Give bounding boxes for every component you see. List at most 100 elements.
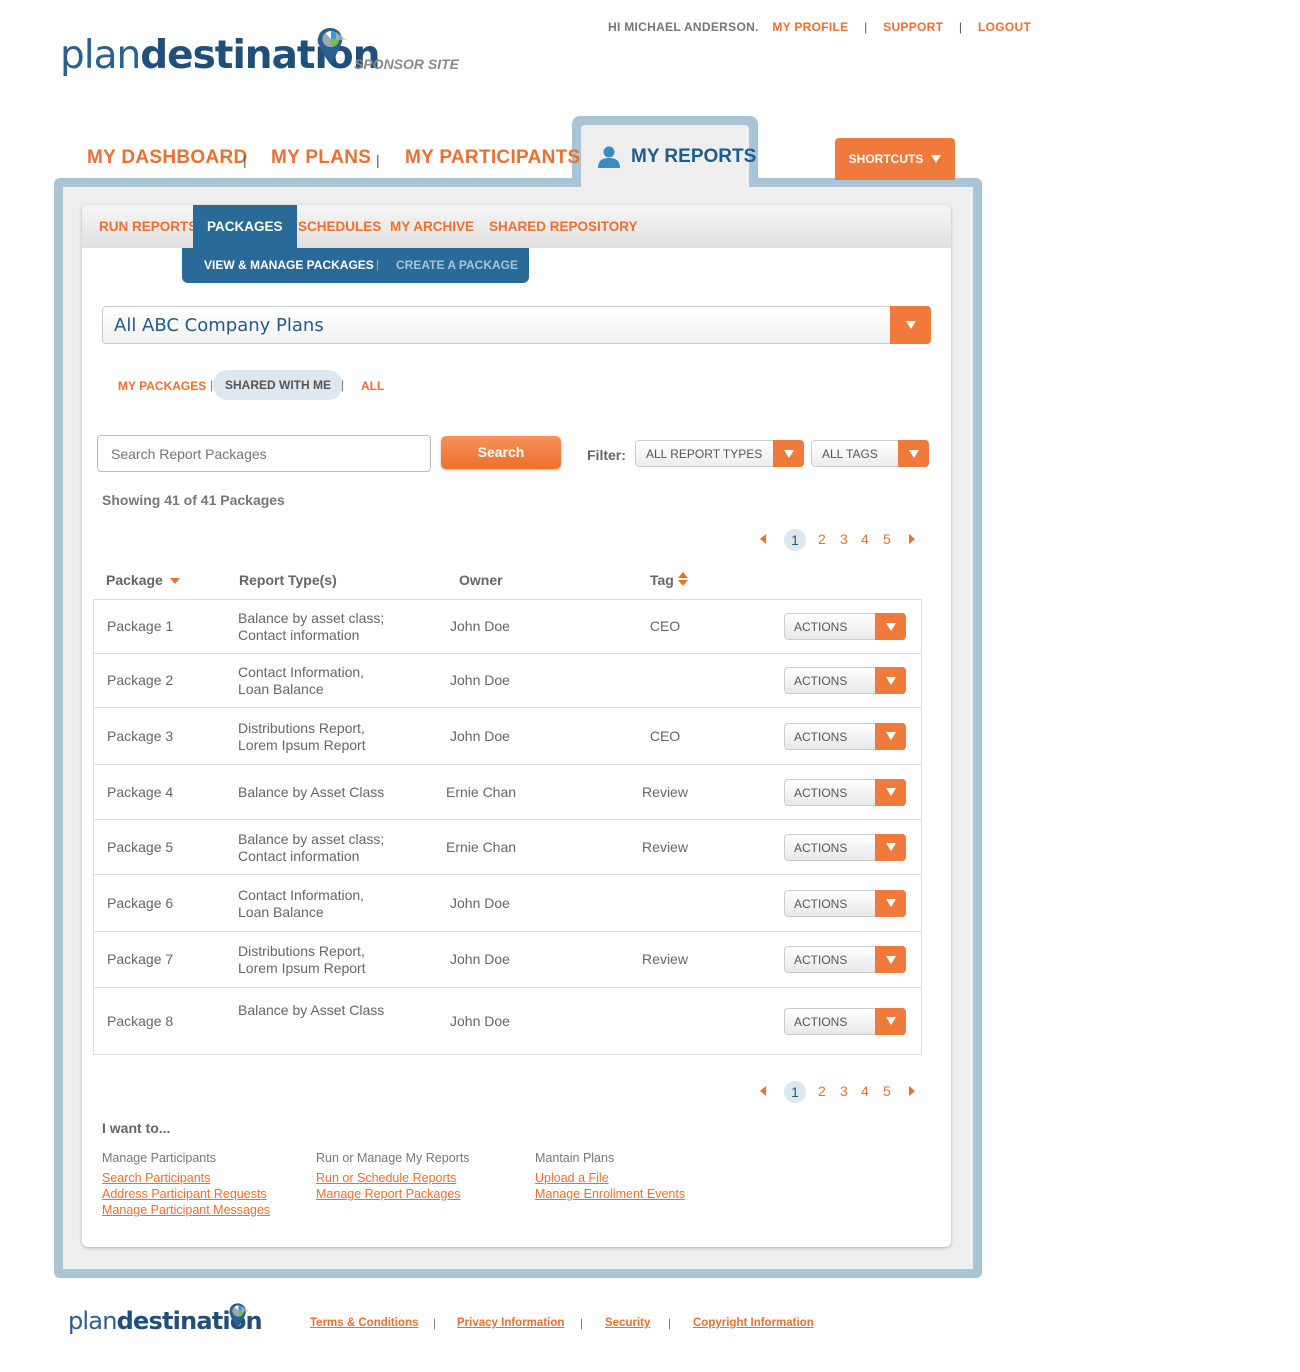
run-schedule-reports-link[interactable]: Run or Schedule Reports [316, 1171, 456, 1185]
page-link[interactable]: 5 [883, 531, 891, 547]
packages-table: Package 1 Balance by asset class; Contact … [93, 599, 922, 1055]
dropdown-arrow-icon [773, 440, 804, 467]
plan-select-value: All ABC Company Plans [114, 315, 324, 336]
support-link[interactable]: SUPPORT [883, 20, 943, 34]
site-logo[interactable]: plandestination SPONSOR SITE [60, 26, 460, 86]
prev-page-icon[interactable] [760, 534, 766, 544]
filter-shared-with-me[interactable]: SHARED WITH ME [213, 370, 343, 400]
page-link[interactable]: 4 [861, 1083, 869, 1099]
report-types: Balance by Asset Class [238, 784, 384, 801]
next-page-icon[interactable] [909, 534, 915, 544]
actions-dropdown[interactable]: ACTIONS [784, 946, 906, 973]
table-row: Package 2 Contact Information, Loan Balanc… [94, 654, 921, 708]
column-header-report-types[interactable]: Report Type(s) [239, 572, 337, 588]
actions-label: ACTIONS [794, 785, 848, 800]
logo-plan-text: plan [60, 33, 141, 78]
page-link[interactable]: 3 [840, 1083, 848, 1099]
user-greeting: HI MICHAEL ANDERSON. [608, 20, 759, 34]
next-page-icon[interactable] [909, 1086, 915, 1096]
search-participants-link[interactable]: Search Participants [102, 1171, 210, 1185]
manage-enrollment-events-link[interactable]: Manage Enrollment Events [535, 1187, 685, 1201]
actions-dropdown[interactable]: ACTIONS [784, 1007, 906, 1035]
search-input[interactable] [97, 435, 431, 472]
subtab-my-archive[interactable]: MY ARCHIVE [390, 205, 474, 248]
actions-dropdown[interactable]: ACTIONS [784, 613, 906, 640]
tab-my-reports[interactable]: MY REPORTS [597, 146, 756, 168]
package-name[interactable]: Package 5 [107, 839, 173, 856]
owner-name: John Doe [450, 618, 510, 634]
footer-logo[interactable]: plandestination [68, 1302, 268, 1338]
footer-separator: | [668, 1316, 672, 1330]
terms-conditions-link[interactable]: Terms & Conditions [310, 1317, 418, 1329]
column-header-owner[interactable]: Owner [459, 572, 503, 588]
owner-name: John Doe [450, 894, 510, 911]
manage-participant-messages-link[interactable]: Manage Participant Messages [102, 1203, 270, 1217]
upload-file-link[interactable]: Upload a File [535, 1171, 609, 1185]
package-name[interactable]: Package 1 [107, 618, 173, 635]
caret-down-icon [931, 155, 942, 163]
tags-select[interactable]: ALL TAGS [811, 440, 929, 467]
actions-dropdown[interactable]: ACTIONS [784, 778, 906, 806]
quick-links-heading: Run or Manage My Reports [316, 1151, 470, 1165]
report-types: Distributions Report, Lorem Ipsum Report [238, 943, 366, 977]
nav-separator: | [864, 20, 868, 34]
logout-link[interactable]: LOGOUT [978, 20, 1031, 34]
report-types: Balance by asset class; Contact informati… [238, 831, 384, 865]
package-name[interactable]: Package 6 [107, 895, 173, 912]
column-header-label: Package [106, 572, 163, 588]
package-name[interactable]: Package 3 [107, 728, 173, 745]
quick-links-title: I want to... [102, 1120, 171, 1136]
shortcuts-button[interactable]: SHORTCUTS [835, 138, 955, 180]
report-type-select[interactable]: ALL REPORT TYPES [635, 440, 804, 467]
page-link[interactable]: 2 [818, 531, 826, 547]
column-header-label: Tag [650, 572, 674, 588]
copyright-information-link[interactable]: Copyright Information [693, 1317, 814, 1329]
privacy-information-link[interactable]: Privacy Information [457, 1317, 564, 1329]
address-participant-requests-link[interactable]: Address Participant Requests [102, 1187, 267, 1201]
actions-dropdown[interactable]: ACTIONS [784, 667, 906, 694]
security-link[interactable]: Security [605, 1317, 650, 1329]
tab-my-dashboard[interactable]: MY DASHBOARD [87, 147, 248, 169]
report-types: Balance by Asset Class [238, 1002, 384, 1019]
my-profile-link[interactable]: MY PROFILE [772, 20, 848, 34]
package-name[interactable]: Package 2 [107, 672, 173, 689]
actions-dropdown[interactable]: ACTIONS [784, 722, 906, 750]
page-link[interactable]: 1 [784, 529, 806, 551]
footer-separator: | [433, 1316, 437, 1330]
quick-links-heading: Manage Participants [102, 1151, 216, 1165]
subtab-schedules[interactable]: SCHEDULES [298, 205, 381, 248]
subtab-packages[interactable]: PACKAGES [193, 205, 297, 248]
sort-desc-icon [169, 578, 180, 585]
report-types: Balance by asset class; Contact informati… [238, 610, 384, 644]
table-row: Package 5 Balance by asset class; Contact … [94, 820, 921, 875]
page-link[interactable]: 5 [883, 1083, 891, 1099]
sub-nav: RUN REPORTS PACKAGES SCHEDULES MY ARCHIV… [82, 205, 951, 248]
tag-label: CEO [649, 618, 681, 634]
page-link[interactable]: 3 [840, 531, 848, 547]
page-link[interactable]: 4 [861, 531, 869, 547]
subtab-view-manage-packages[interactable]: VIEW & MANAGE PACKAGES [204, 258, 374, 272]
manage-report-packages-link[interactable]: Manage Report Packages [316, 1187, 461, 1201]
subtab-create-package[interactable]: CREATE A PACKAGE [396, 258, 518, 272]
dropdown-arrow-icon [875, 889, 906, 917]
column-header-package[interactable]: Package [106, 572, 180, 588]
page-link[interactable]: 2 [818, 1083, 826, 1099]
page-link[interactable]: 1 [784, 1081, 806, 1103]
table-row: Package 6 Contact Information, Loan Balanc… [94, 875, 921, 932]
column-header-tag[interactable]: Tag [650, 572, 688, 588]
package-name[interactable]: Package 8 [107, 1013, 173, 1030]
filter-my-packages[interactable]: MY PACKAGES [118, 379, 206, 393]
tab-my-plans[interactable]: MY PLANS [271, 147, 371, 169]
actions-dropdown[interactable]: ACTIONS [784, 833, 906, 861]
filter-all[interactable]: ALL [361, 379, 384, 393]
actions-dropdown[interactable]: ACTIONS [784, 889, 906, 917]
prev-page-icon[interactable] [760, 1086, 766, 1096]
plan-select[interactable]: All ABC Company Plans [102, 306, 931, 344]
search-button[interactable]: Search [441, 436, 561, 469]
package-name[interactable]: Package 7 [107, 951, 173, 968]
tab-my-participants[interactable]: MY PARTICIPANTS [405, 147, 581, 169]
subtab-shared-repository[interactable]: SHARED REPOSITORY [489, 205, 638, 248]
report-types: Contact Information, Loan Balance [238, 664, 364, 698]
package-name[interactable]: Package 4 [107, 784, 173, 801]
subtab-run-reports[interactable]: RUN REPORTS [99, 205, 197, 248]
